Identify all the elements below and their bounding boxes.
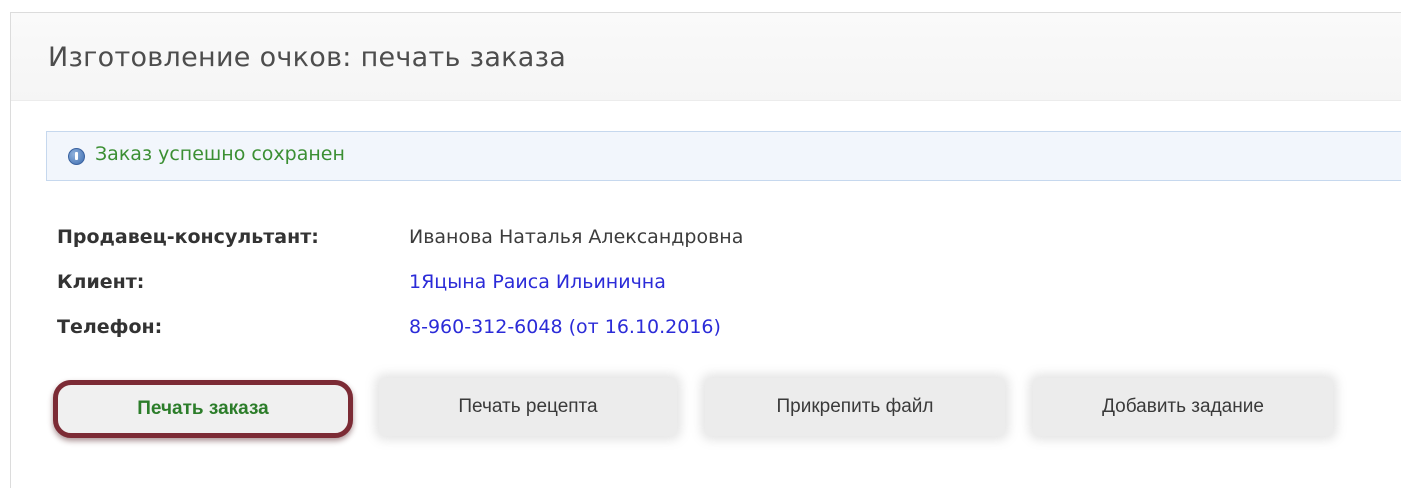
seller-label: Продавец-консультант: — [57, 226, 319, 248]
phone-label: Телефон: — [57, 316, 163, 338]
client-link[interactable]: 1Яцына Раиса Ильинична — [409, 271, 666, 293]
alert-message: Заказ успешно сохранен — [95, 143, 345, 165]
success-alert: Заказ успешно сохранен — [46, 131, 1401, 181]
print-order-button[interactable]: Печать заказа — [53, 380, 353, 438]
client-label: Клиент: — [57, 271, 145, 293]
print-prescription-button[interactable]: Печать рецепта — [379, 378, 677, 436]
attach-file-button[interactable]: Прикрепить файл — [705, 378, 1005, 436]
info-icon — [68, 148, 85, 165]
panel-header: Изготовление очков: печать заказа — [11, 13, 1401, 101]
page-title: Изготовление очков: печать заказа — [48, 42, 567, 73]
seller-value: Иванова Наталья Александровна — [409, 226, 744, 248]
add-task-button[interactable]: Добавить задание — [1033, 378, 1333, 436]
order-print-panel: Изготовление очков: печать заказа Заказ … — [10, 12, 1401, 488]
phone-link[interactable]: 8-960-312-6048 (от 16.10.2016) — [409, 316, 721, 338]
